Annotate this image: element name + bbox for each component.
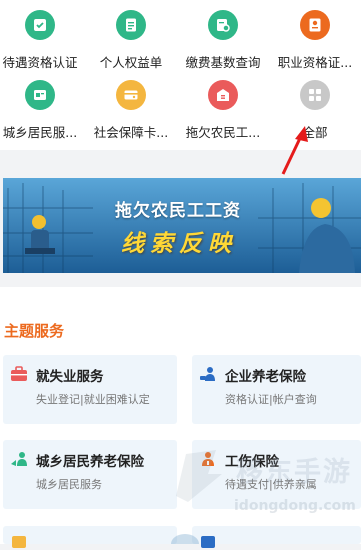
certificate-icon [300,10,330,40]
service-desc: 失业登记|就业困难认定 [36,393,150,406]
service-employment[interactable]: 就失业服务 失业登记|就业困难认定 [3,355,177,424]
service-title: 城乡居民养老保险 [36,454,144,470]
grid-item-resident-service[interactable]: 城乡居民服... [0,80,85,141]
wage-report-icon [208,80,238,110]
all-grid-icon [300,80,330,110]
service-icon [12,536,26,548]
service-desc: 资格认证|帐户查询 [225,393,317,406]
service-enterprise-pension[interactable]: 企业养老保险 资格认证|帐户查询 [192,355,361,424]
banner-title: 拖欠农民工工资 [115,201,241,221]
grid-label: 社会保障卡... [93,125,169,140]
grid-item-vocational-cert[interactable]: 职业资格证... [270,10,360,71]
resident-service-icon [25,80,55,110]
grid-item-benefit-qualification[interactable]: 待遇资格认证 [0,10,85,71]
injury-insurance-icon [202,452,214,466]
grid-label: 个人权益单 [99,55,163,70]
banner-subtitle: 线索反映 [121,231,237,257]
grid-label: 待遇资格认证 [2,55,78,70]
badge-check-icon [25,10,55,40]
wage-report-banner[interactable]: 拖欠农民工工资 线索反映 [3,178,361,273]
briefcase-icon [11,366,27,381]
grid-item-personal-rights[interactable]: 个人权益单 [86,10,176,71]
pointer-arrow-icon [281,126,308,175]
service-work-injury[interactable]: 工伤保险 待遇支付|供养亲属 [192,440,361,509]
service-desc: 待遇支付|供养亲属 [225,478,317,491]
grid-label: 城乡居民服... [2,125,78,140]
grid-label: 职业资格证... [277,55,353,70]
resident-pension-icon [11,452,27,466]
payment-search-icon [208,10,238,40]
grid-item-contribution-base[interactable]: 缴费基数查询 [178,10,268,71]
grid-label: 拖欠农民工... [185,125,261,140]
service-title: 就失业服务 [36,369,104,385]
document-icon [116,10,146,40]
service-desc: 城乡居民服务 [36,478,102,491]
grid-item-unpaid-wages[interactable]: 拖欠农民工... [178,80,268,141]
section-title: 主题服务 [4,322,65,340]
quick-access-panel: 待遇资格认证 个人权益单 缴费基数查询 职业资格证... 城乡居民服... 社会… [0,0,361,175]
service-partial-right[interactable] [192,526,361,548]
service-partial-left[interactable] [3,526,177,548]
grid-item-social-security-card[interactable]: 社会保障卡... [86,80,176,141]
service-resident-pension[interactable]: 城乡居民养老保险 城乡居民服务 [3,440,177,509]
social-card-icon [116,80,146,110]
service-title: 工伤保险 [225,454,279,470]
elder-care-icon [200,367,215,381]
service-title: 企业养老保险 [225,369,306,385]
grid-label: 缴费基数查询 [185,55,261,70]
service-icon [201,536,215,548]
